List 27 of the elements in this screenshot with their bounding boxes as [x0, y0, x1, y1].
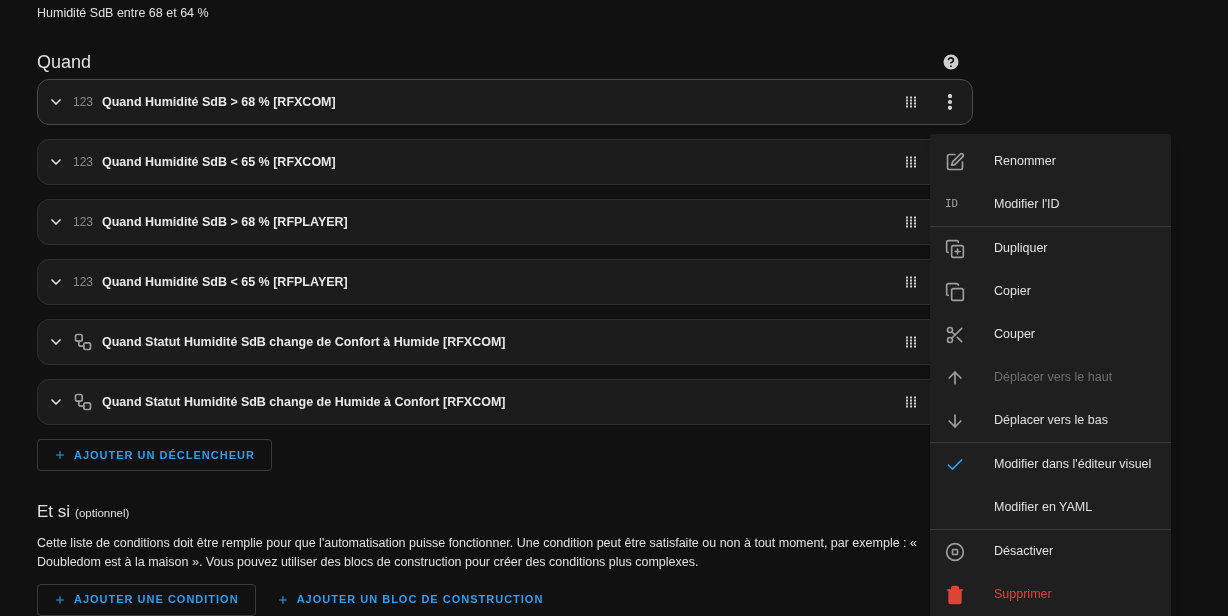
menu-item-label: Déplacer vers le haut [994, 369, 1113, 387]
menu-item-label: Modifier dans l'éditeur visuel [994, 456, 1152, 474]
numeric-icon: 123 [73, 213, 93, 231]
trigger-label: Quand Humidité SdB < 65 % [RFPLAYER] [102, 273, 348, 291]
trigger-label: Quand Humidité SdB > 68 % [RFPLAYER] [102, 213, 348, 231]
menu-item-label: Modifier en YAML [994, 499, 1093, 517]
trigger-label: Quand Humidité SdB < 65 % [RFXCOM] [102, 153, 336, 171]
id-icon: ID [945, 196, 959, 213]
trigger-label: Quand Humidité SdB > 68 % [RFXCOM] [102, 93, 336, 111]
trigger-label: Quand Statut Humidité SdB change de Confort à Humide [RFXCOM] [102, 333, 506, 351]
numeric-icon: 123 [73, 153, 93, 171]
section-subtitle: (optionnel) [75, 506, 130, 521]
section-title: Et si [37, 501, 71, 523]
numeric-icon: 123 [73, 93, 93, 111]
trigger-label: Quand Statut Humidité SdB change de Humide à Confort [RFXCOM] [102, 393, 506, 411]
automation-description: Humidité SdB entre 68 et 64 % [37, 5, 210, 20]
menu-item-label: Renommer [994, 153, 1056, 171]
menu-item-label: Modifier l'ID [994, 196, 1060, 214]
menu-item-label: Copier [994, 283, 1031, 301]
menu-item-label: Dupliquer [994, 240, 1048, 258]
section-title: Quand [37, 50, 92, 74]
conditions-description: Cette liste de conditions doit être remplie pour que l'automatisation puisse fonctionner. Une condition peut être satisfaite ou non à tout moment, par exemple : « Doubledom est à la maison ». Vous pouvez utiliser des blocs de construction pour créer des conditions plus complexes. [37, 534, 918, 571]
menu-item-label: Désactiver [994, 543, 1054, 561]
menu-item-label: Déplacer vers le bas [994, 412, 1108, 430]
numeric-icon: 123 [73, 273, 93, 291]
menu-item-label: Supprimer [994, 586, 1052, 604]
menu-item-label: Couper [994, 326, 1035, 344]
